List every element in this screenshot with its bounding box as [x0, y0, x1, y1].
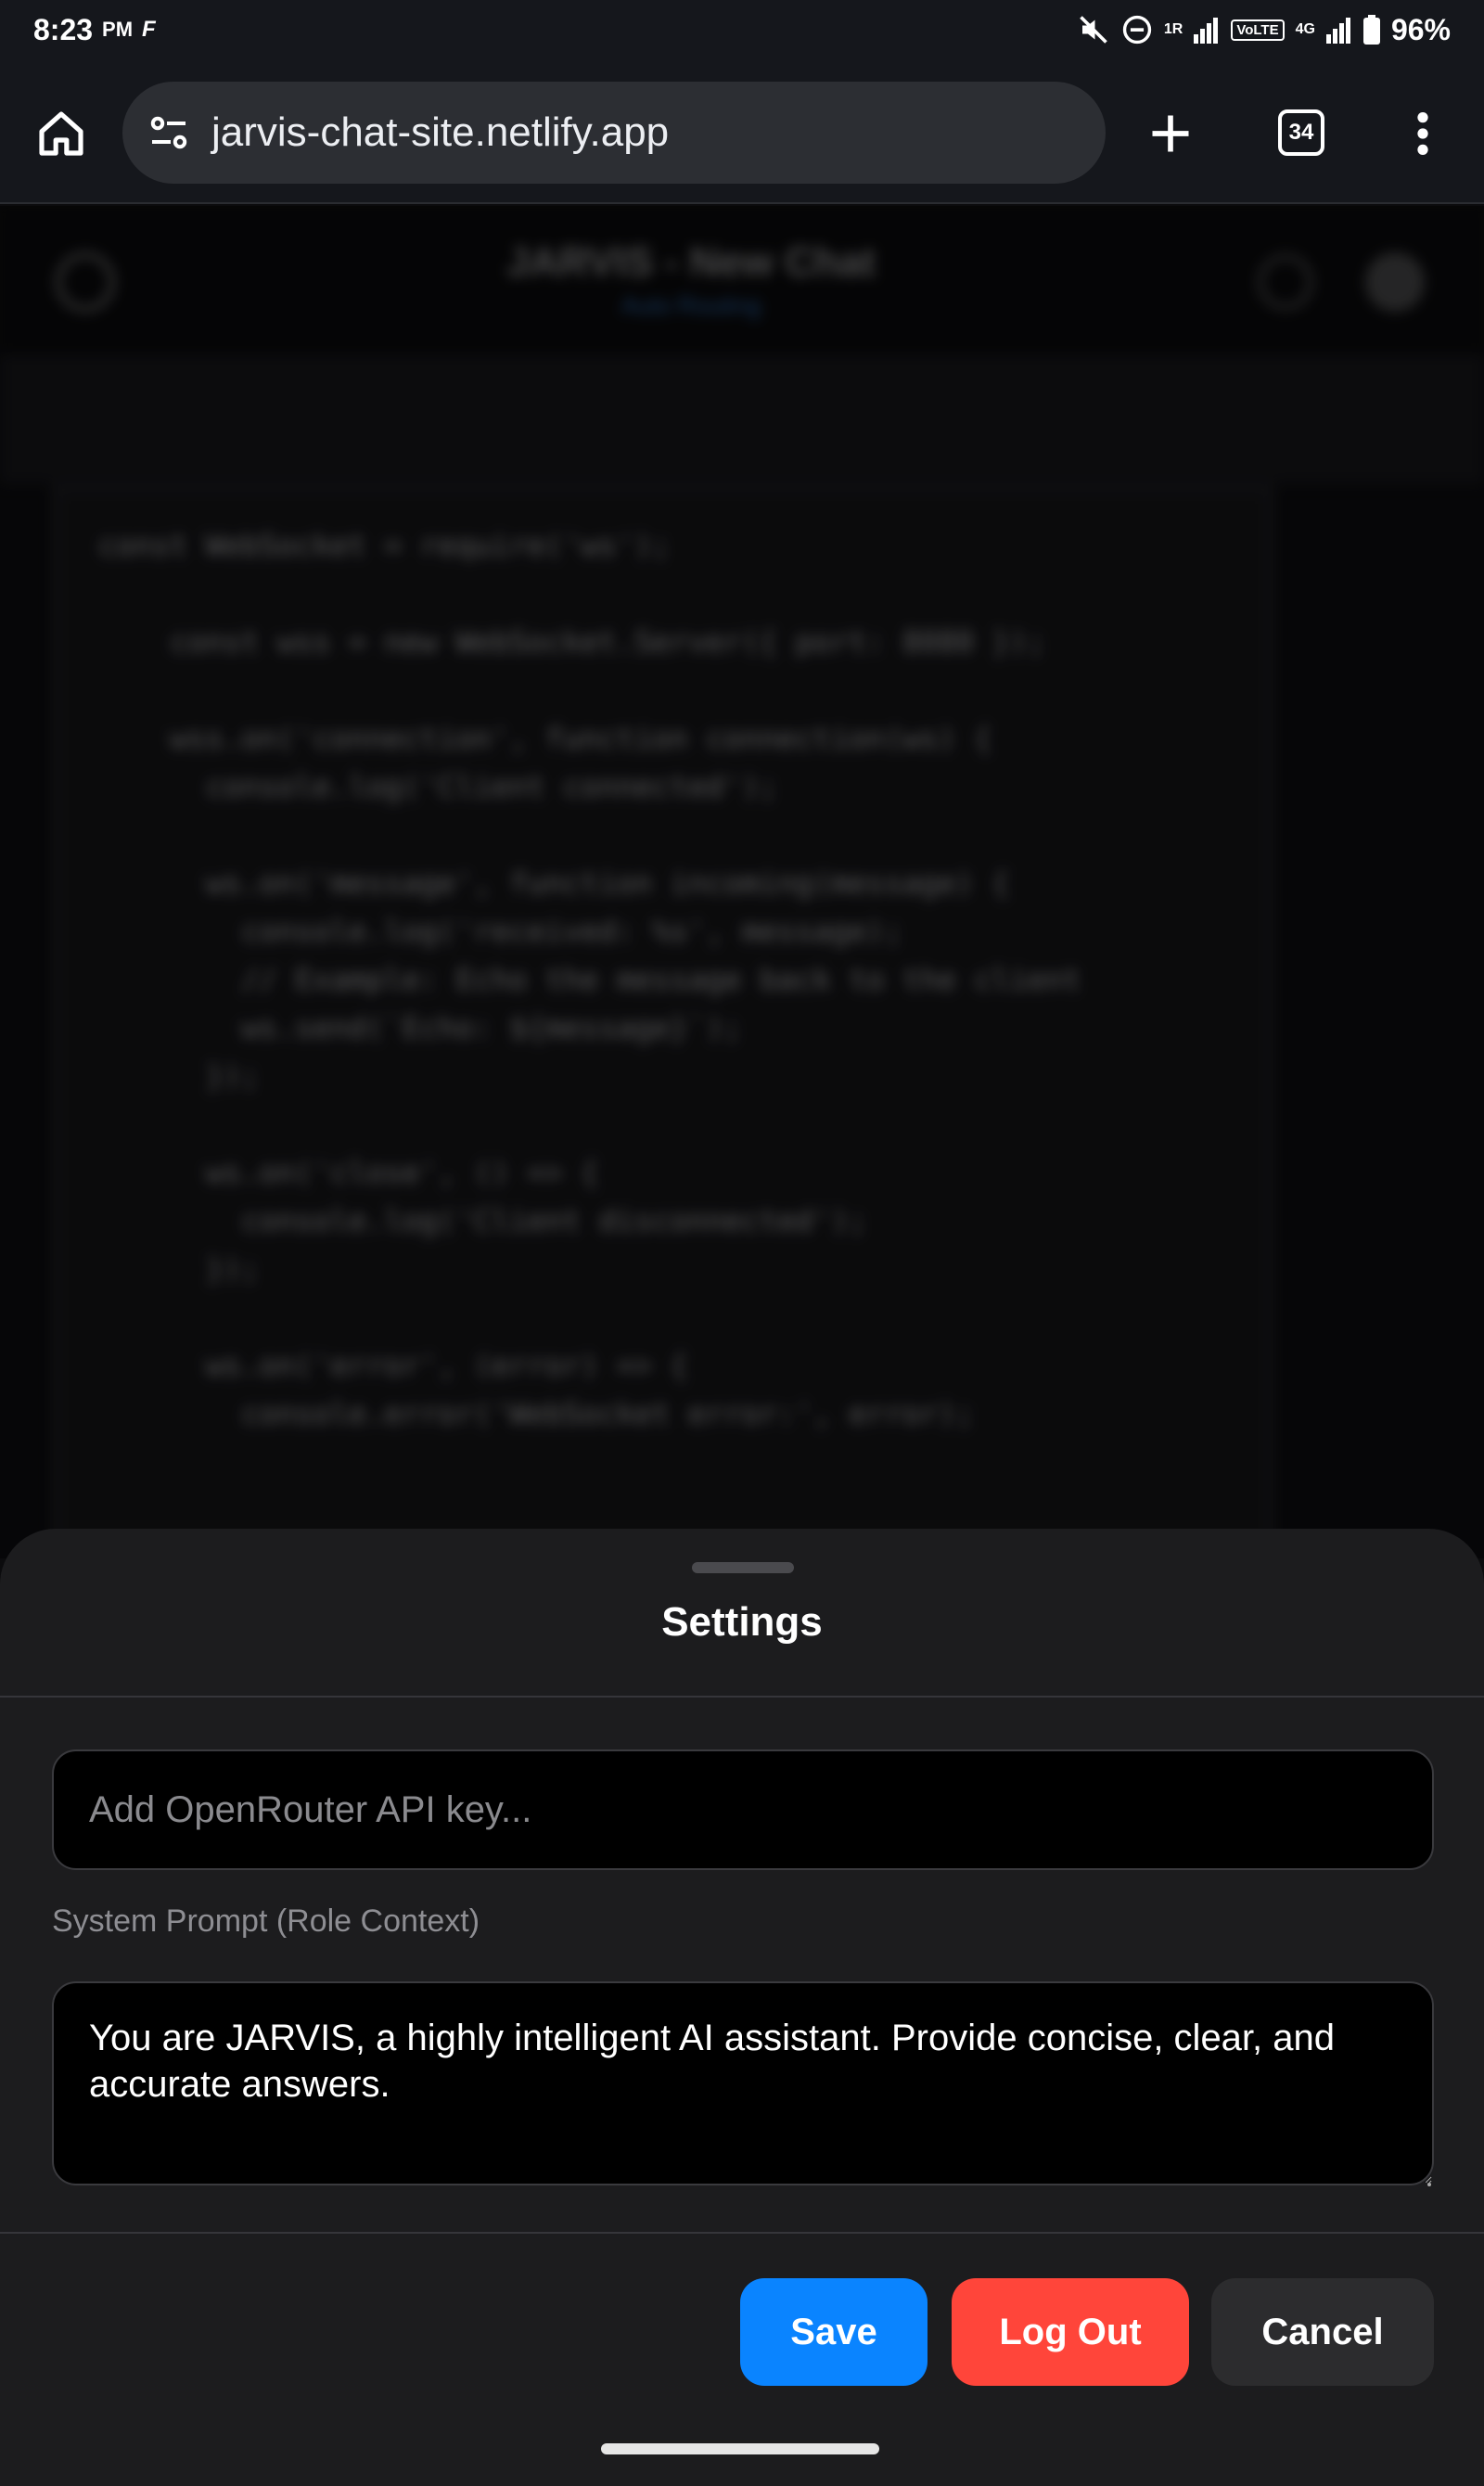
address-bar[interactable]: jarvis-chat-site.netlify.app [122, 82, 1106, 184]
drag-handle[interactable] [692, 1562, 794, 1573]
plus-icon [1152, 115, 1189, 152]
sheet-title: Settings [661, 1599, 823, 1645]
tab-count: 34 [1288, 120, 1314, 145]
modal-scrim[interactable] [0, 206, 1484, 1558]
home-button[interactable] [33, 106, 89, 161]
new-tab-button[interactable] [1143, 106, 1198, 161]
resize-grip-icon[interactable] [1423, 2178, 1432, 2187]
battery-percent: 96% [1390, 12, 1451, 46]
sim1-label: 1R [1163, 21, 1183, 37]
url-text[interactable]: jarvis-chat-site.netlify.app [211, 109, 669, 156]
tab-switcher-button[interactable]: 34 [1278, 109, 1324, 156]
home-icon [39, 111, 83, 156]
browser-toolbar: jarvis-chat-site.netlify.app 34 [0, 59, 1484, 204]
system-prompt-textarea[interactable] [52, 1981, 1434, 2185]
save-button[interactable]: Save [740, 2278, 928, 2386]
mute-icon [1077, 11, 1110, 48]
api-key-input[interactable] [52, 1749, 1434, 1870]
status-ampm: PM [102, 18, 134, 41]
signal-icon-1 [1194, 11, 1220, 48]
status-time: 8:23 [33, 12, 94, 46]
cancel-button[interactable]: Cancel [1211, 2278, 1434, 2386]
settings-sheet: Settings System Prompt (Role Context) Sa… [0, 1529, 1484, 2486]
system-prompt-label: System Prompt (Role Context) [52, 1903, 480, 1939]
status-bar: 8:23 PM F 1R VoLTE 4G 96% [0, 0, 1484, 59]
site-settings-icon[interactable] [145, 109, 193, 157]
home-indicator[interactable] [601, 2443, 879, 2454]
dnd-icon [1121, 11, 1153, 48]
more-vert-icon [1417, 112, 1428, 155]
footer-divider [0, 2232, 1484, 2234]
status-left: 8:23 PM F [33, 13, 156, 47]
overflow-menu-button[interactable] [1404, 106, 1441, 161]
battery-icon [1362, 11, 1380, 48]
logout-button[interactable]: Log Out [952, 2278, 1189, 2386]
volte-badge: VoLTE [1231, 19, 1285, 41]
status-right: 1R VoLTE 4G 96% [1077, 11, 1451, 48]
carrier-icon: F [142, 17, 156, 42]
signal-icon-2 [1325, 11, 1352, 48]
header-divider [0, 1696, 1484, 1698]
network-type: 4G [1295, 21, 1315, 37]
